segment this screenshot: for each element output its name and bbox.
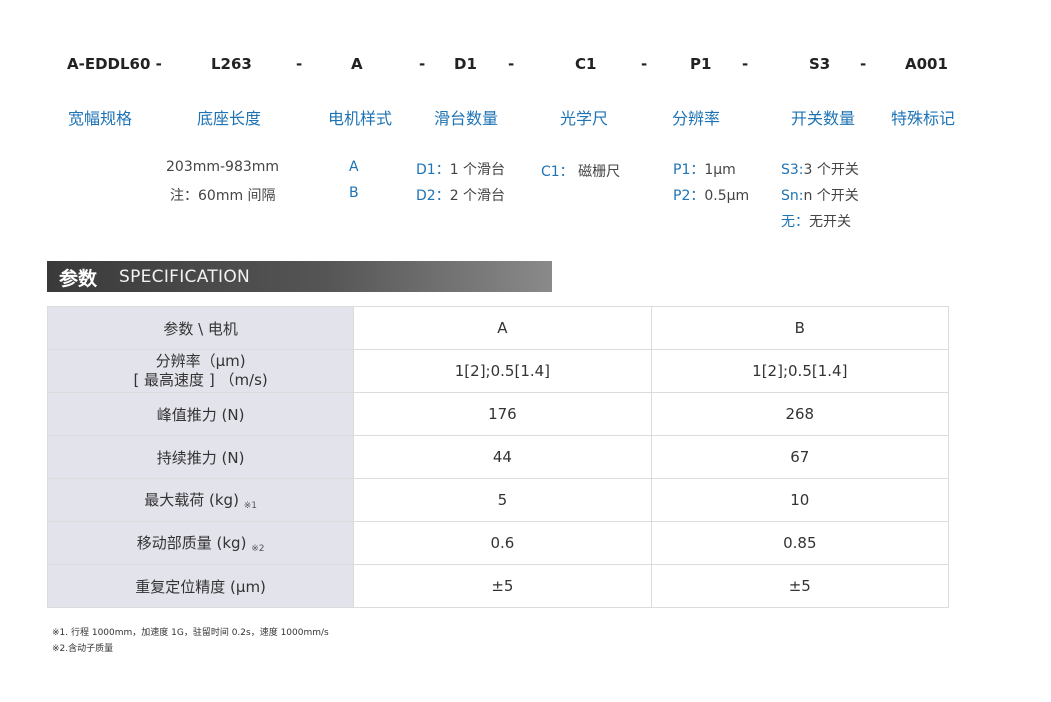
param-label: 移动部质量 (kg) xyxy=(136,534,247,552)
option-switch-none: 无：无开关 xyxy=(781,211,851,231)
option-scale-c1: C1： 磁栅尺 xyxy=(541,161,620,181)
footnote-ref: ※2 xyxy=(251,544,265,554)
label-resolution: 分辨率 xyxy=(672,109,721,128)
value-a: ±5 xyxy=(353,564,652,608)
code-sep: - xyxy=(742,55,749,73)
value-b: 0.85 xyxy=(650,521,950,565)
spec-title-en: SPECIFICATION xyxy=(119,267,251,287)
code-sep: - xyxy=(419,55,426,73)
label-length: 底座长度 xyxy=(197,109,262,128)
table-row: 移动部质量 (kg) ※2 0.6 0.85 xyxy=(46,521,950,565)
option-code: D1： xyxy=(416,162,450,178)
table-row: 最大载荷 (kg) ※1 5 10 xyxy=(46,478,950,522)
option-length-note: 注：60mm 间隔 xyxy=(170,188,276,204)
spec-title-cn: 参数 xyxy=(59,268,98,290)
header-motor-a: A xyxy=(353,306,652,350)
option-motor-a: A xyxy=(349,159,359,175)
label-switch: 开关数量 xyxy=(791,109,856,128)
option-text: 0.5μm xyxy=(704,188,750,204)
label-motor: 电机样式 xyxy=(328,109,393,128)
param-label-line2: [ 最高速度 ] （m/s) xyxy=(133,371,268,389)
option-resolution-p1: P1：1μm xyxy=(673,159,736,179)
option-code: P2： xyxy=(673,188,705,204)
header-motor-b: B xyxy=(650,306,950,350)
value-b: 67 xyxy=(650,435,950,479)
option-text: 1 个滑台 xyxy=(449,162,506,178)
param-cell: 持续推力 (N) xyxy=(46,435,355,479)
table-row: 分辨率（μm) [ 最高速度 ] （m/s) 1[2];0.5[1.4] 1[2… xyxy=(46,349,950,393)
table-row: 峰值推力 (N) 176 268 xyxy=(46,392,950,436)
option-code: D2： xyxy=(416,188,450,204)
option-slider-d2: D2：2 个滑台 xyxy=(416,185,505,205)
param-cell: 峰值推力 (N) xyxy=(46,392,355,436)
param-cell: 最大载荷 (kg) ※1 xyxy=(46,478,355,522)
code-sep: - xyxy=(296,55,303,73)
table-row: 持续推力 (N) 44 67 xyxy=(46,435,950,479)
option-text: 2 个滑台 xyxy=(449,188,506,204)
option-code: C1： xyxy=(541,164,574,180)
value-b: 1[2];0.5[1.4] xyxy=(650,349,950,393)
param-cell: 重复定位精度 (μm) xyxy=(46,564,355,608)
value-a: 44 xyxy=(353,435,652,479)
label-special: 特殊标记 xyxy=(891,109,956,128)
option-resolution-p2: P2：0.5μm xyxy=(673,185,749,205)
param-label: 持续推力 (N) xyxy=(156,448,245,467)
code-sep: - xyxy=(860,55,867,73)
value-a: 0.6 xyxy=(353,521,652,565)
option-text: 无开关 xyxy=(809,214,851,230)
value-b: 10 xyxy=(650,478,950,522)
code-motor: A xyxy=(351,55,363,73)
option-text: n 个开关 xyxy=(803,188,859,204)
label-width: 宽幅规格 xyxy=(68,109,133,128)
footnote-2: ※2.含动子质量 xyxy=(52,644,114,654)
option-switch-s3: S3:3 个开关 xyxy=(781,159,859,179)
option-text: 1μm xyxy=(704,162,736,178)
option-motor-b: B xyxy=(349,185,359,201)
value-b: 268 xyxy=(650,392,950,436)
option-text: 3 个开关 xyxy=(803,162,859,178)
option-code: Sn: xyxy=(781,188,804,204)
spec-table: 参数 \ 电机 A B 分辨率（μm) [ 最高速度 ] （m/s) 1[2];… xyxy=(46,306,950,608)
code-switch: S3 xyxy=(809,55,831,73)
option-slider-d1: D1：1 个滑台 xyxy=(416,159,505,179)
footnote-ref: ※1 xyxy=(243,501,257,511)
code-length: L263 xyxy=(211,55,252,73)
option-text: 磁栅尺 xyxy=(578,164,621,180)
param-label: 最大载荷 (kg) xyxy=(144,491,239,509)
option-code: 无： xyxy=(781,214,809,230)
code-resolution: P1 xyxy=(690,55,712,73)
value-b: ±5 xyxy=(650,564,950,608)
param-label: 峰值推力 (N) xyxy=(156,405,245,424)
param-label: 重复定位精度 (μm) xyxy=(135,577,266,596)
param-cell: 移动部质量 (kg) ※2 xyxy=(46,521,355,565)
label-scale: 光学尺 xyxy=(560,109,609,128)
param-label: 分辨率（μm) xyxy=(155,352,246,370)
code-slider: D1 xyxy=(454,55,477,73)
spec-title-bar: 参数 SPECIFICATION xyxy=(47,261,552,292)
option-code: S3: xyxy=(781,162,804,178)
option-code: P1： xyxy=(673,162,705,178)
value-a: 1[2];0.5[1.4] xyxy=(353,349,652,393)
header-param: 参数 \ 电机 xyxy=(46,306,355,350)
code-scale: C1 xyxy=(575,55,597,73)
code-special: A001 xyxy=(905,55,948,73)
value-a: 176 xyxy=(353,392,652,436)
table-header-row: 参数 \ 电机 A B xyxy=(46,306,950,350)
option-length-range: 203mm-983mm xyxy=(166,159,280,175)
param-cell: 分辨率（μm) [ 最高速度 ] （m/s) xyxy=(46,349,355,393)
value-a: 5 xyxy=(353,478,652,522)
code-width: A-EDDL60 - xyxy=(67,55,162,73)
footnote-1: ※1. 行程 1000mm，加速度 1G，驻留时间 0.2s，速度 1000mm… xyxy=(52,628,329,638)
option-switch-sn: Sn:n 个开关 xyxy=(781,185,859,205)
code-sep: - xyxy=(508,55,515,73)
label-slider: 滑台数量 xyxy=(434,109,499,128)
table-row: 重复定位精度 (μm) ±5 ±5 xyxy=(46,564,950,608)
code-sep: - xyxy=(641,55,648,73)
